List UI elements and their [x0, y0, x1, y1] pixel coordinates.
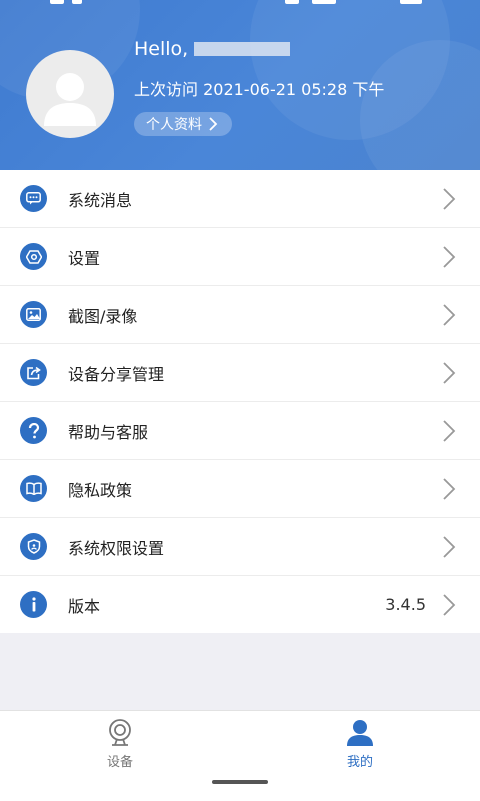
last-visit-text: 上次访问 2021-06-21 05:28 下午: [134, 80, 385, 99]
home-indicator[interactable]: [212, 780, 268, 784]
menu-item-privacy-policy[interactable]: 隐私政策: [0, 460, 480, 518]
settings-menu: 系统消息 设置 截图/录像 设备分享管理 帮助与客服 隐私政策 系统权限设置 版…: [0, 170, 480, 633]
menu-item-label: 截图/录像: [68, 306, 138, 326]
chevron-right-icon: [443, 536, 456, 558]
chevron-right-icon: [443, 420, 456, 442]
status-bar-fragment: [72, 0, 82, 4]
menu-item-settings[interactable]: 设置: [0, 228, 480, 286]
menu-item-label: 设置: [68, 248, 101, 268]
tab-mine[interactable]: 我的: [300, 719, 420, 770]
menu-item-label: 帮助与客服: [68, 422, 149, 442]
menu-item-device-sharing[interactable]: 设备分享管理: [0, 344, 480, 402]
status-bar-fragment: [312, 0, 336, 4]
book-icon: [20, 475, 47, 502]
chevron-right-icon: [443, 594, 456, 616]
profile-header: Hello, 上次访问 2021-06-21 05:28 下午 个人资料: [0, 0, 480, 170]
menu-item-label: 系统消息: [68, 190, 133, 210]
menu-item-version[interactable]: 版本 3.4.5: [0, 576, 480, 633]
tab-devices-label: 设备: [106, 755, 133, 770]
menu-item-permissions[interactable]: 系统权限设置: [0, 518, 480, 576]
bottom-tab-bar: 设备 我的: [0, 710, 480, 801]
chevron-right-icon: [443, 188, 456, 210]
info-icon: [20, 591, 47, 618]
profile-button[interactable]: 个人资料: [134, 112, 232, 136]
chevron-right-icon: [209, 117, 218, 131]
menu-item-screenshots[interactable]: 截图/录像: [0, 286, 480, 344]
menu-item-label: 隐私政策: [68, 480, 133, 500]
greeting: Hello,: [134, 38, 291, 60]
status-bar-fragment: [285, 0, 299, 4]
menu-item-help[interactable]: 帮助与客服: [0, 402, 480, 460]
chevron-right-icon: [443, 304, 456, 326]
masked-username: [194, 42, 291, 56]
share-icon: [20, 359, 47, 386]
image-icon: [20, 301, 47, 328]
tab-devices[interactable]: 设备: [60, 719, 180, 770]
person-icon: [347, 720, 373, 746]
version-number: 3.4.5: [385, 595, 426, 614]
camera-icon: [109, 719, 131, 746]
chevron-right-icon: [443, 362, 456, 384]
status-bar-fragment: [400, 0, 422, 4]
tab-mine-label: 我的: [346, 755, 373, 770]
message-icon: [20, 185, 47, 212]
menu-item-system-messages[interactable]: 系统消息: [0, 170, 480, 228]
menu-item-label: 版本: [68, 596, 101, 616]
hello-text: Hello,: [134, 38, 189, 60]
settings-icon: [20, 243, 47, 270]
menu-item-label: 设备分享管理: [68, 364, 165, 384]
menu-item-label: 系统权限设置: [68, 538, 165, 558]
chevron-right-icon: [443, 478, 456, 500]
default-avatar-icon: [44, 73, 96, 126]
status-bar-fragment: [50, 0, 64, 4]
profile-button-label: 个人资料: [146, 117, 202, 133]
help-icon: [20, 417, 47, 444]
shield-icon: [20, 533, 47, 560]
avatar[interactable]: [26, 50, 114, 138]
chevron-right-icon: [443, 246, 456, 268]
